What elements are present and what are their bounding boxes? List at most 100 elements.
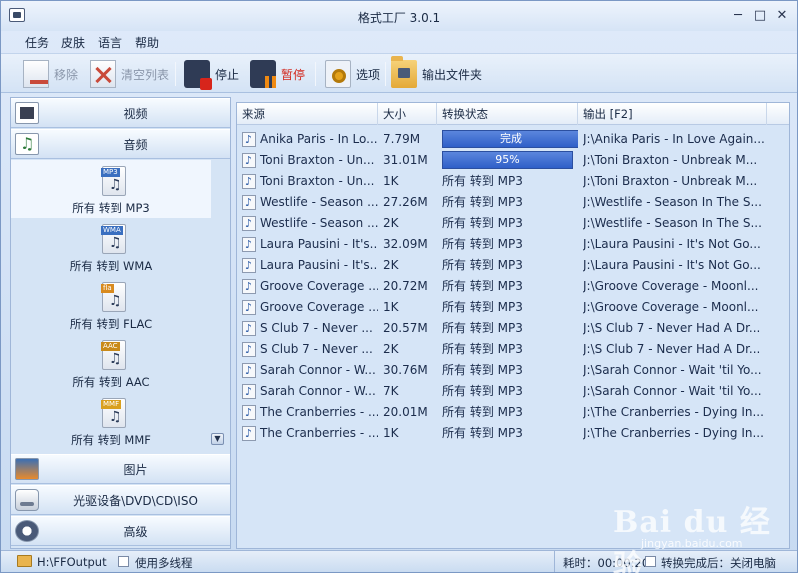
remove-label: 移除	[54, 67, 79, 82]
output-cell: J:\Toni Braxton - Unbreak M...	[583, 174, 758, 188]
audio-file-icon	[242, 360, 256, 381]
output-folder-icon[interactable]	[17, 555, 32, 567]
audio-file-icon	[242, 381, 256, 402]
format-aac[interactable]: AAC ♫ 所有 转到 AAC	[11, 334, 211, 392]
category-audio[interactable]: 音频	[11, 129, 230, 159]
multithread-checkbox[interactable]	[118, 556, 129, 567]
category-video-label: 视频	[123, 106, 148, 121]
status-cell: 所有 转到 MP3	[442, 339, 578, 360]
source-text: The Cranberries - ...	[260, 405, 378, 419]
table-row[interactable]: Laura Pausini - It's... 32.09M 所有 转到 MP3 J:…	[237, 234, 789, 255]
output-cell: J:\Sarah Connor - Wait 'til Yo...	[583, 363, 762, 377]
source-text: S Club 7 - Never ...	[260, 321, 373, 335]
table-row[interactable]: Toni Braxton - Un... 31.01M 95% J:\Toni Bra…	[237, 150, 789, 171]
format-wma[interactable]: WMA ♫ 所有 转到 WMA	[11, 218, 211, 276]
minimize-button[interactable]: ─	[727, 7, 749, 25]
options-button[interactable]: 选项	[325, 58, 380, 90]
source-text: Sarah Connor - W...	[260, 384, 376, 398]
column-status[interactable]: 转换状态	[437, 103, 578, 125]
status-text: 所有 转到 MP3	[442, 321, 523, 335]
size-cell: 31.01M	[383, 153, 428, 167]
output-path[interactable]: H:\FFOutput	[37, 555, 107, 569]
size-cell: 2K	[383, 342, 399, 356]
table-row[interactable]: S Club 7 - Never ... 2K 所有 转到 MP3 J:\S Club…	[237, 339, 789, 360]
options-label: 选项	[356, 67, 381, 82]
status-text: 所有 转到 MP3	[442, 237, 523, 251]
stop-button[interactable]: 停止	[184, 58, 239, 90]
table-row[interactable]: Toni Braxton - Un... 1K 所有 转到 MP3 J:\Toni B…	[237, 171, 789, 192]
category-image[interactable]: 图片	[11, 454, 230, 484]
progress-bar: 95%	[442, 151, 573, 169]
format-mmf-label: 所有 转到 MMF	[71, 433, 151, 447]
category-advanced[interactable]: 高级	[11, 516, 230, 546]
size-cell: 27.26M	[383, 195, 428, 209]
category-image-label: 图片	[123, 462, 148, 477]
table-row[interactable]: Anika Paris - In Lo... 7.79M 完成 J:\Anika Pa…	[237, 129, 789, 150]
clear-list-button[interactable]: 清空列表	[90, 58, 169, 90]
category-panel: 视频 音频 MP3♫ 所有 转到 MP3 WMA♫ 所有 转到 WMA fla♫	[10, 97, 231, 549]
status-text: 所有 转到 MP3	[442, 279, 523, 293]
baidu-watermark-url: jingyan.baidu.com	[641, 537, 743, 550]
close-button[interactable]: ✕	[771, 7, 793, 25]
table-row[interactable]: Groove Coverage ... 1K 所有 转到 MP3 J:\Groove …	[237, 297, 789, 318]
table-row[interactable]: Sarah Connor - W... 7K 所有 转到 MP3 J:\Sarah C…	[237, 381, 789, 402]
audio-format-list: MP3 ♫ 所有 转到 MP3 WMA ♫ 所有 转到 WMA fla ♫ 所有 转到…	[11, 160, 230, 449]
status-cell: 所有 转到 MP3	[442, 171, 578, 192]
status-cell: 完成	[442, 129, 578, 150]
menu-skin[interactable]: 皮肤	[61, 34, 85, 51]
pause-label: 暂停	[281, 67, 306, 82]
status-text: 所有 转到 MP3	[442, 195, 523, 209]
audio-file-icon	[242, 255, 256, 276]
format-flac[interactable]: fla ♫ 所有 转到 FLAC	[11, 276, 211, 334]
remove-button[interactable]: 移除	[23, 58, 78, 90]
source-cell: Toni Braxton - Un...	[242, 150, 378, 171]
status-cell: 所有 转到 MP3	[442, 234, 578, 255]
output-cell: J:\S Club 7 - Never Had A Dr...	[583, 342, 761, 356]
format-mmf[interactable]: MMF ♫ 所有 转到 MMF	[11, 392, 211, 450]
column-size[interactable]: 大小	[378, 103, 437, 125]
output-folder-button[interactable]: 输出文件夹	[391, 56, 482, 90]
menu-language[interactable]: 语言	[98, 34, 122, 51]
menu-tasks[interactable]: 任务	[25, 34, 49, 51]
category-video[interactable]: 视频	[11, 98, 230, 128]
table-row[interactable]: The Cranberries - ... 1K 所有 转到 MP3 J:\The C…	[237, 423, 789, 444]
table-row[interactable]: Westlife - Season ... 2K 所有 转到 MP3 J:\Westl…	[237, 213, 789, 234]
source-text: Laura Pausini - It's...	[260, 258, 378, 272]
multithread-label: 使用多线程	[135, 556, 193, 570]
table-row[interactable]: The Cranberries - ... 20.01M 所有 转到 MP3 J:\T…	[237, 402, 789, 423]
scroll-down-arrow-icon[interactable]: ▼	[211, 433, 224, 445]
maximize-button[interactable]: □	[749, 7, 771, 25]
pause-button[interactable]: 暂停	[250, 58, 305, 90]
status-cell: 所有 转到 MP3	[442, 318, 578, 339]
source-text: Groove Coverage ...	[260, 300, 378, 314]
table-row[interactable]: Groove Coverage ... 20.72M 所有 转到 MP3 J:\Gro…	[237, 276, 789, 297]
column-source[interactable]: 来源	[237, 103, 378, 125]
column-output[interactable]: 输出 [F2]	[578, 103, 767, 125]
table-row[interactable]: Westlife - Season ... 27.26M 所有 转到 MP3 J:\W…	[237, 192, 789, 213]
status-cell: 所有 转到 MP3	[442, 423, 578, 444]
source-cell: Laura Pausini - It's...	[242, 255, 378, 276]
table-row[interactable]: Laura Pausini - It's... 2K 所有 转到 MP3 J:\Lau…	[237, 255, 789, 276]
toolbar: 移除 清空列表 停止 暂停 选项 输出文件夹	[1, 53, 797, 93]
baidu-watermark: Bai du 经验	[613, 505, 771, 573]
output-cell: J:\Westlife - Season In The S...	[583, 195, 762, 209]
remove-icon	[23, 60, 49, 88]
size-cell: 1K	[383, 300, 399, 314]
list-header: 来源 大小 转换状态 输出 [F2]	[237, 103, 789, 125]
toolbar-separator	[385, 62, 386, 86]
menu-help[interactable]: 帮助	[135, 34, 159, 51]
table-row[interactable]: Sarah Connor - W... 30.76M 所有 转到 MP3 J:\Sar…	[237, 360, 789, 381]
title-bar: 格式工厂 3.0.1 ─ □ ✕	[1, 1, 797, 31]
status-cell: 所有 转到 MP3	[442, 192, 578, 213]
size-cell: 20.72M	[383, 279, 428, 293]
output-cell: J:\The Cranberries - Dying In...	[583, 426, 764, 440]
audio-file-icon	[242, 276, 256, 297]
options-gear-icon	[325, 60, 351, 88]
format-mp3[interactable]: MP3 ♫ 所有 转到 MP3	[11, 160, 211, 218]
category-disc[interactable]: 光驱设备\DVD\CD\ISO	[11, 485, 230, 515]
progress-text: 完成	[500, 132, 522, 145]
source-text: Anika Paris - In Lo...	[260, 132, 378, 146]
toolbar-separator	[175, 62, 176, 86]
category-advanced-label: 高级	[123, 524, 148, 539]
table-row[interactable]: S Club 7 - Never ... 20.57M 所有 转到 MP3 J:\S …	[237, 318, 789, 339]
